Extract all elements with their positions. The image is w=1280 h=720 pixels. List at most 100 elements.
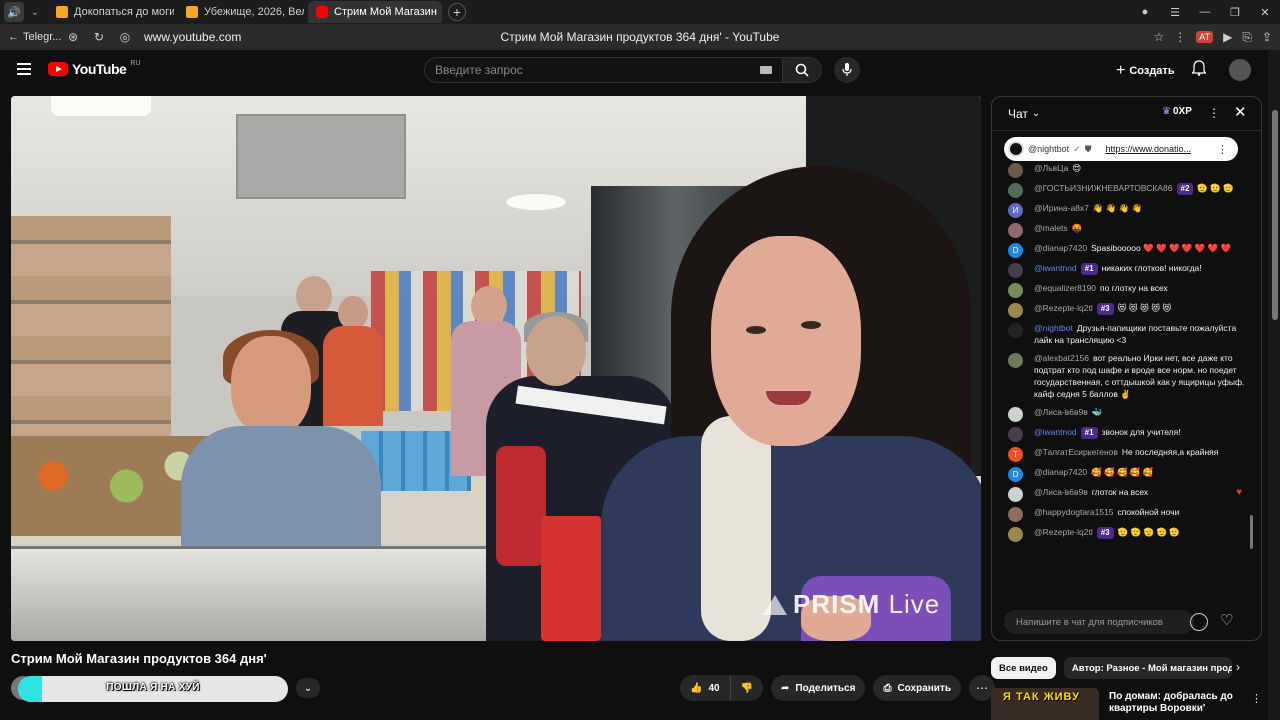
account-avatar[interactable] — [1229, 59, 1251, 81]
menu-dots-icon[interactable]: ⋮ — [1174, 30, 1186, 44]
close-window-button[interactable]: ✕ — [1250, 6, 1280, 19]
pinned-menu-icon[interactable]: ⋮ — [1217, 143, 1228, 156]
heart-reaction-icon[interactable]: ♡ — [1220, 611, 1233, 629]
browser-tab-1[interactable]: Докопаться до могилы, 2 — [48, 1, 174, 23]
new-tab-button[interactable]: + — [448, 3, 466, 21]
chat-message[interactable]: @Лиса-в6в9в 🐳 — [992, 403, 1254, 423]
recommended-video[interactable]: Я ТАК ЖИВУ По домам: добралась до кварти… — [991, 688, 1262, 720]
chat-author-name[interactable]: @iwantnod — [1034, 263, 1077, 273]
chat-author-name[interactable]: @alexbat2156 — [1034, 353, 1089, 363]
profile-icon[interactable]: ● — [1130, 6, 1160, 18]
chat-message[interactable]: @happydogtara1515 спокойной ночи — [992, 503, 1254, 523]
chat-message[interactable]: D @dianap7420 🥰 🥰 🥰 🥰 🥰 — [992, 463, 1254, 483]
chat-message[interactable]: @ГОСТЬИЗНИЖНЕВАРТОВСКА86 #2 🫡 🫡 🫡 — [992, 179, 1254, 199]
maximize-button[interactable]: ❐ — [1220, 6, 1250, 19]
chat-author-avatar[interactable] — [1008, 487, 1023, 502]
chat-author-avatar[interactable] — [1008, 183, 1023, 198]
chat-author-name[interactable]: @Лиса-в6в9в — [1034, 487, 1088, 497]
url-field[interactable]: www.youtube.com — [144, 30, 241, 44]
notifications-button[interactable] — [1191, 60, 1207, 81]
minimize-button[interactable]: — — [1190, 6, 1220, 18]
chat-author-name[interactable]: @ТалгатЕсиркегенов — [1034, 447, 1118, 457]
chat-author-avatar[interactable]: D — [1008, 467, 1023, 482]
chat-author-name[interactable]: @Rezepte-lq2tl — [1034, 303, 1093, 313]
page-scrollbar[interactable] — [1268, 50, 1280, 720]
chat-message[interactable]: @Rezepte-lq2tl #3 🫡 🫡 🫡 🫡 🫡 — [992, 523, 1254, 543]
chat-author-name[interactable]: @ГОСТЬИЗНИЖНЕВАРТОВСКА86 — [1034, 183, 1173, 193]
screenshot-icon[interactable]: ⎘ — [1242, 30, 1252, 45]
chat-author-name[interactable]: @equalizer8190 — [1034, 283, 1096, 293]
keyboard-icon[interactable] — [760, 66, 772, 74]
pinned-link[interactable]: https://www.donatio... — [1105, 144, 1191, 154]
video-player[interactable]: PRISM Live — [11, 96, 981, 641]
browser-tab-3[interactable]: Стрим Мой Магазин 🔊 ✕ — [308, 1, 442, 23]
chip-all-videos[interactable]: Все видео — [991, 657, 1056, 679]
close-chat-icon[interactable]: ✕ — [1234, 103, 1247, 121]
chat-author-name[interactable]: @dianap7420 — [1034, 467, 1087, 477]
chat-author-avatar[interactable] — [1008, 223, 1023, 238]
translate-extension-icon[interactable]: AT — [1196, 31, 1214, 43]
chat-message[interactable]: @equalizer8190 по глотку на всех — [992, 279, 1254, 299]
scrollbar-thumb[interactable] — [1272, 110, 1278, 320]
chat-message[interactable]: @ЛьвЦа 😍 — [992, 159, 1254, 179]
chat-author-name[interactable]: @nightbot — [1034, 323, 1073, 333]
chat-scrollbar[interactable] — [1250, 515, 1253, 549]
like-button[interactable]: 👍 40 — [680, 675, 731, 701]
chat-author-avatar[interactable] — [1008, 407, 1023, 422]
chat-author-avatar[interactable]: D — [1008, 243, 1023, 258]
chat-author-avatar[interactable] — [1008, 283, 1023, 298]
recommended-title[interactable]: По домам: добралась до квартиры Воровки' — [1109, 691, 1239, 715]
chat-author-avatar[interactable] — [1008, 507, 1023, 522]
chat-author-name[interactable]: @malets — [1034, 223, 1068, 233]
chat-author-name[interactable]: @Лиса-в6в9в — [1034, 407, 1088, 417]
chat-author-avatar[interactable] — [1008, 323, 1023, 338]
chat-mode-selector[interactable]: Чат — [1008, 107, 1028, 121]
media-icon[interactable]: ▶ — [1223, 30, 1232, 44]
chat-author-name[interactable]: @happydogtara1515 — [1034, 507, 1114, 517]
chat-author-avatar[interactable] — [1008, 163, 1023, 178]
search-button[interactable] — [782, 57, 822, 83]
chat-author-name[interactable]: @Ирина-а8х7 — [1034, 203, 1089, 213]
chat-author-avatar[interactable]: И — [1008, 203, 1023, 218]
dislike-button[interactable]: 👎 — [730, 675, 764, 701]
chat-author-name[interactable]: @ЛьвЦа — [1034, 163, 1068, 173]
chat-menu-icon[interactable]: ⋮ — [1208, 106, 1220, 120]
share-icon[interactable]: ⇪ — [1262, 30, 1272, 44]
chat-message[interactable]: @iwantnod #1 звонок для учителя! — [992, 423, 1254, 443]
tab-list-chevron-icon[interactable]: ⌄ — [26, 2, 44, 22]
recommended-thumbnail[interactable]: Я ТАК ЖИВУ — [991, 688, 1099, 720]
subscribe-chevron-button[interactable]: ⌄ — [296, 678, 320, 698]
chat-author-avatar[interactable] — [1008, 263, 1023, 278]
share-button[interactable]: ➦ Поделиться — [771, 675, 866, 701]
site-info-icon[interactable]: ◎ — [112, 30, 138, 44]
chat-author-name[interactable]: @dianap7420 — [1034, 243, 1087, 253]
browser-tab-2[interactable]: Убежище, 2026, Великоб — [178, 1, 304, 23]
xp-indicator[interactable]: ♛ 0XP — [1162, 106, 1192, 117]
menu-icon[interactable] — [17, 63, 31, 75]
chat-author-avatar[interactable] — [1008, 353, 1023, 368]
chat-message[interactable]: @alexbat2156 вот реально Ирки нет, все да… — [992, 349, 1254, 403]
voice-search-button[interactable] — [834, 57, 860, 83]
chip-author[interactable]: Автор: Разное - Мой магазин проду — [1063, 657, 1232, 679]
tab-actions-icon[interactable]: ☰ — [1160, 6, 1190, 19]
reload-icon[interactable]: ↻ — [86, 30, 112, 44]
emoji-picker-icon[interactable] — [1190, 613, 1208, 631]
create-button[interactable]: + Создать — [1116, 62, 1175, 80]
chat-message[interactable]: @nightbot Друзья-папищики поставьте пожал… — [992, 319, 1254, 349]
chat-message[interactable]: И @Ирина-а8х7 👋 👋 👋 👋 — [992, 199, 1254, 219]
chat-message[interactable]: @Rezepte-lq2tl #3 😻 😻 😻 😻 😻 — [992, 299, 1254, 319]
chat-author-avatar[interactable] — [1008, 427, 1023, 442]
chevron-right-icon[interactable]: › — [1236, 660, 1240, 674]
youtube-logo[interactable]: YouTube RU — [48, 60, 140, 77]
chevron-down-icon[interactable]: ⌄ — [1032, 108, 1040, 119]
chat-message[interactable]: @Лиса-в6в9в глоток на всех ♥ — [992, 483, 1254, 503]
chat-author-name[interactable]: @Rezepte-lq2tl — [1034, 527, 1093, 537]
chat-message[interactable]: @malets 🤬 — [992, 219, 1254, 239]
chat-author-avatar[interactable]: T — [1008, 447, 1023, 462]
search-input[interactable]: Введите запрос — [424, 57, 784, 83]
chat-author-name[interactable]: @iwantnod — [1034, 427, 1077, 437]
audio-icon[interactable]: 🔊 — [4, 2, 24, 22]
chat-author-avatar[interactable] — [1008, 527, 1023, 542]
save-button[interactable]: ⎙ Сохранить — [873, 675, 961, 701]
bookmark-icon[interactable]: ☆ — [1153, 30, 1164, 44]
